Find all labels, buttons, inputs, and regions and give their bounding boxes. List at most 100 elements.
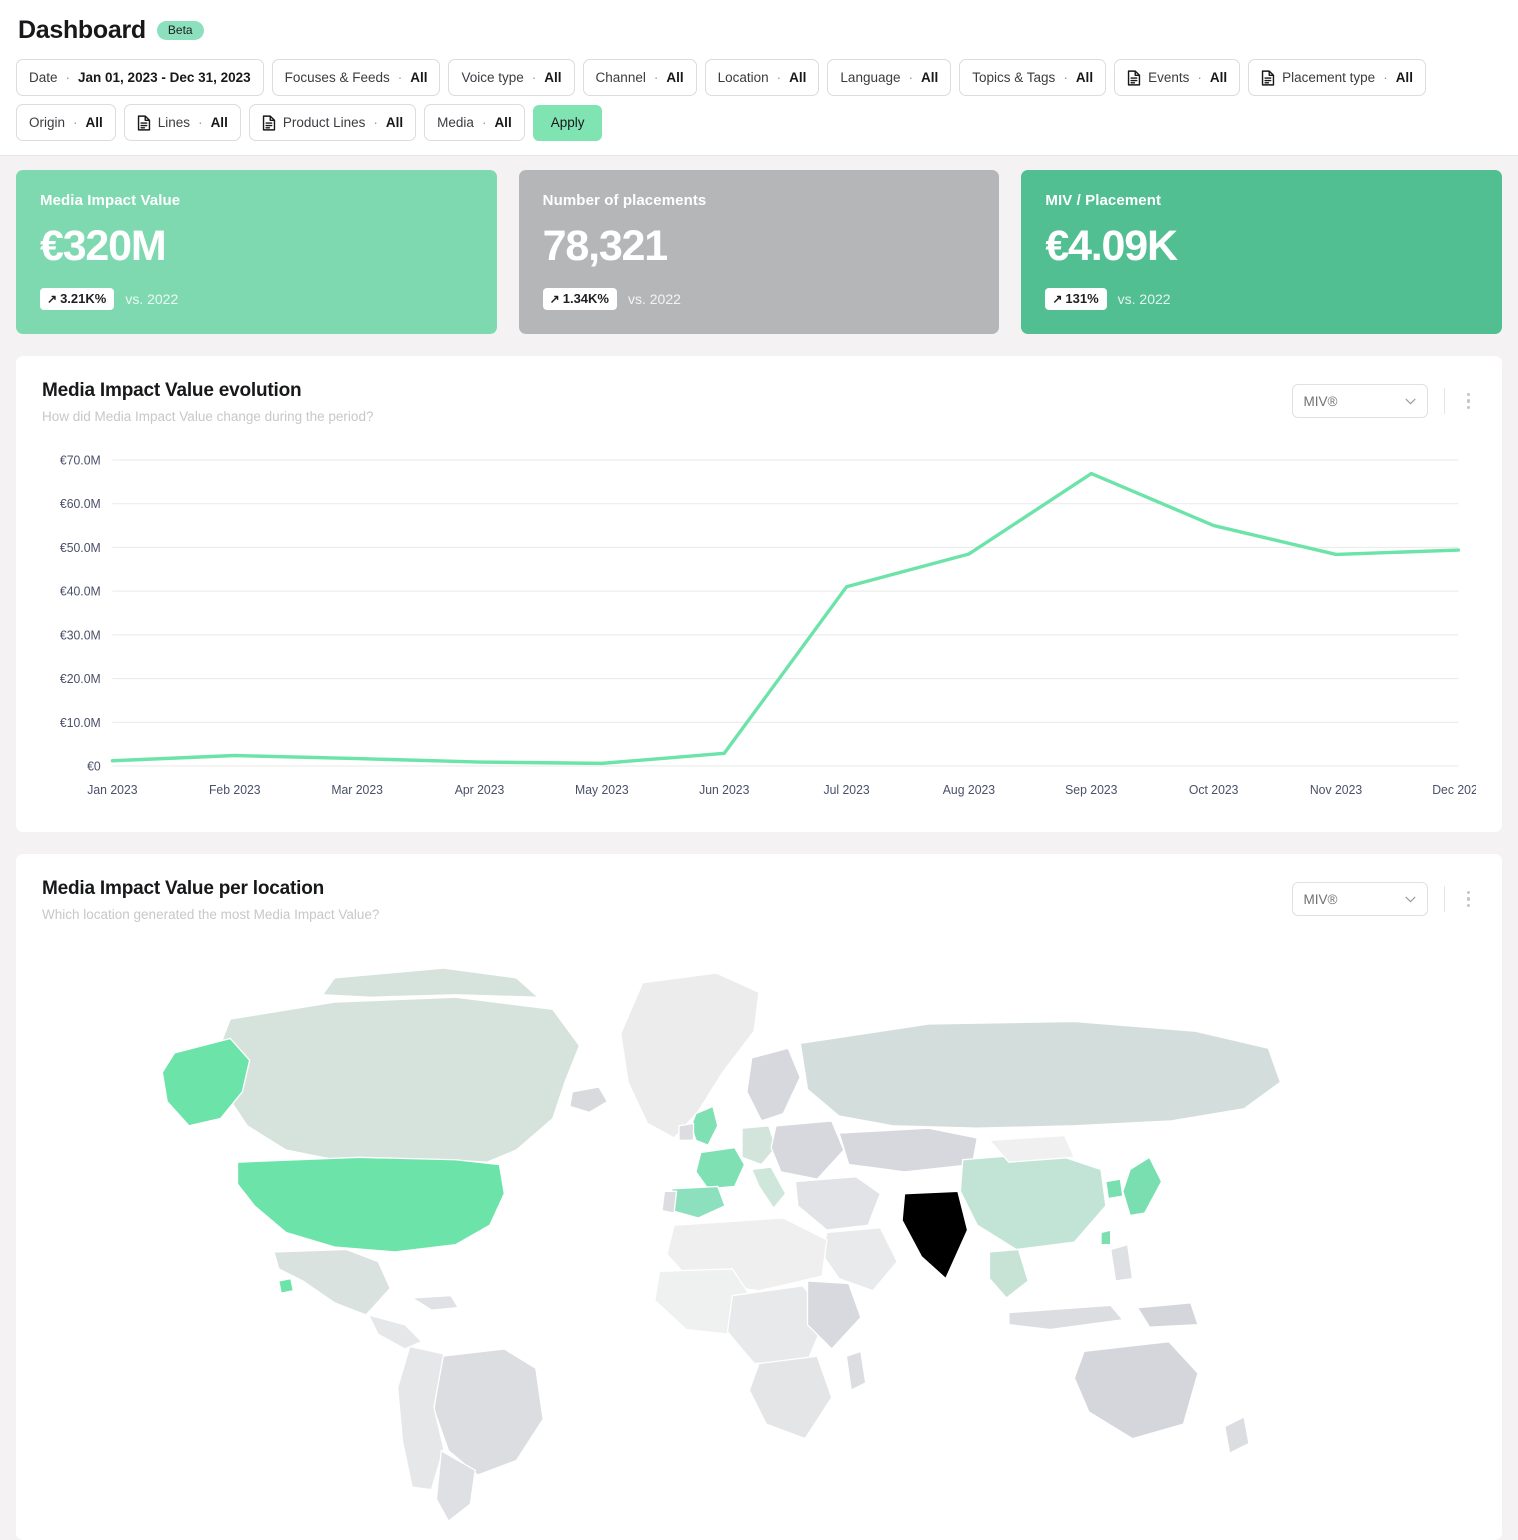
filter-separator: · (397, 70, 403, 85)
panel-subtitle: Which location generated the most Media … (42, 907, 380, 922)
filter-label: Location (717, 70, 769, 85)
y-axis-tick-label: €70.0M (60, 453, 101, 467)
x-axis-tick-label: Feb 2023 (209, 783, 261, 797)
title-row: Dashboard Beta (16, 12, 1502, 59)
y-axis-tick-label: €30.0M (60, 628, 101, 642)
panel-header: Media Impact Value evolution How did Med… (42, 380, 1476, 424)
filter-value: All (789, 70, 807, 85)
line-series (110, 471, 1461, 766)
map-region[interactable]: Taiwan (1100, 1229, 1112, 1246)
kpi-footer: ↗ 131% vs. 2022 (1045, 288, 1478, 310)
filter-value: All (1395, 70, 1413, 85)
kpi-label: Number of placements (542, 192, 707, 209)
document-icon (137, 114, 150, 131)
filter-value: All (85, 115, 103, 130)
filter-value: All (921, 70, 939, 85)
x-axis-tick-label: Aug 2023 (943, 783, 995, 797)
filter-label: Lines (157, 115, 191, 130)
filter-value: All (410, 70, 428, 85)
kpi-comparison: vs. 2022 (627, 291, 681, 307)
x-axis-tick-label: Jan 2023 (87, 783, 137, 797)
kpi-footer: ↗ 3.21K% vs. 2022 (40, 288, 473, 310)
filter-separator: · (1063, 70, 1068, 85)
x-axis-tick-label: Jun 2023 (699, 783, 749, 797)
filter-label: Voice type (461, 70, 524, 85)
filter-chip-location[interactable]: Location · All (704, 59, 820, 96)
panel-header: Media Impact Value per location Which lo… (42, 878, 1476, 922)
kebab-menu-icon[interactable] (1461, 391, 1477, 412)
top-bar: Dashboard Beta Date · Jan 01, 2023 - Dec 3… (0, 0, 1518, 156)
panel-heading-text: Media Impact Value per location Which lo… (42, 878, 379, 922)
filter-chip-focuses-feeds[interactable]: Focuses & Feeds · All (271, 59, 441, 96)
filter-label: Language (840, 70, 901, 85)
y-axis-tick-label: €50.0M (60, 541, 101, 555)
filter-value: All (210, 115, 228, 130)
miv-evolution-panel: Media Impact Value evolution How did Med… (16, 356, 1502, 832)
chevron-down-icon (1405, 896, 1415, 903)
filter-chip-language[interactable]: Language · All (827, 59, 952, 96)
map-region[interactable]: C-Asia (838, 1127, 979, 1173)
kebab-menu-icon[interactable] (1461, 889, 1477, 910)
filter-chip-voice-type[interactable]: Voice type · All (448, 59, 575, 96)
filter-chip-origin[interactable]: Origin · All (16, 104, 116, 141)
filter-label: Channel (595, 70, 646, 85)
filter-separator: · (653, 70, 659, 85)
kpi-card: Number of placements 78,321 ↗ 1.34K% vs. 202… (518, 170, 1000, 334)
kpi-delta-badge: ↗ 3.21K% (40, 288, 115, 310)
filter-label: Focuses & Feeds (284, 70, 390, 85)
filter-separator: · (73, 115, 78, 130)
x-axis-tick-label: Nov 2023 (1310, 783, 1362, 797)
map-region[interactable]: South Korea (1105, 1178, 1124, 1200)
x-axis-tick-label: Mar 2023 (331, 783, 383, 797)
kpi-footer: ↗ 1.34K% vs. 2022 (542, 288, 976, 310)
map-region[interactable]: Hawaii (277, 1277, 295, 1294)
filter-separator: · (373, 115, 378, 130)
kpi-card: Media Impact Value €320M ↗ 3.21K% vs. 2022 (16, 170, 497, 334)
metric-select-value: MIV® (1303, 393, 1338, 409)
filter-chip-media[interactable]: Media · All (424, 104, 525, 141)
filter-chip-date[interactable]: Date · Jan 01, 2023 - Dec 31, 2023 (16, 59, 264, 96)
map-region[interactable]: Papua (1136, 1302, 1199, 1328)
kpi-value: €4.09K (1045, 222, 1178, 270)
filter-chip-placement-type[interactable]: Placement type · All (1248, 59, 1426, 96)
filter-value: Jan 01, 2023 - Dec 31, 2023 (78, 70, 251, 85)
metric-select-evolution[interactable]: MIV® (1291, 384, 1428, 418)
filter-separator: · (65, 70, 71, 85)
filter-chip-events[interactable]: Events · All (1114, 59, 1241, 96)
kpi-delta-badge: ↗ 1.34K% (542, 288, 617, 310)
kpi-cards: Media Impact Value €320M ↗ 3.21K% vs. 2022 Nu… (0, 156, 1518, 334)
filter-separator: · (481, 115, 487, 130)
miv-per-location-panel: Media Impact Value per location Which lo… (16, 854, 1502, 1540)
x-axis-tick-label: Dec 2023 (1432, 783, 1476, 797)
x-axis-tick-label: Oct 2023 (1189, 783, 1239, 797)
filter-separator: · (908, 70, 914, 85)
map-region[interactable]: Ireland (678, 1122, 695, 1142)
filter-label: Media (437, 115, 474, 130)
document-icon (262, 114, 275, 131)
filter-chip-product-lines[interactable]: Product Lines · All (248, 104, 417, 141)
x-axis-tick-label: Sep 2023 (1065, 783, 1117, 797)
trend-up-icon: ↗ (549, 291, 560, 306)
filter-label: Product Lines (282, 115, 366, 130)
filter-value: All (666, 70, 684, 85)
filter-chip-topics-tags[interactable]: Topics & Tags · All (959, 59, 1107, 96)
x-axis-tick-label: Jul 2023 (823, 783, 869, 797)
map-region[interactable]: Russia (799, 1020, 1282, 1129)
world-choropleth-svg: GreenlandIcelandCanadaCanada-arcticAlask… (152, 956, 1366, 1526)
kpi-card: MIV / Placement €4.09K ↗ 131% vs. 2022 (1021, 170, 1503, 334)
y-axis-tick-label: €0 (87, 759, 101, 773)
document-icon (1261, 69, 1275, 86)
filter-label: Origin (29, 115, 66, 130)
panel-title: Media Impact Value evolution (42, 380, 302, 401)
metric-select-location[interactable]: MIV® (1291, 882, 1428, 916)
filter-label: Topics & Tags (972, 70, 1056, 85)
map-region[interactable]: Portugal (661, 1190, 678, 1214)
x-axis-tick-label: Apr 2023 (455, 783, 505, 797)
kpi-label: MIV / Placement (1045, 192, 1162, 209)
filter-chip-lines[interactable]: Lines · All (123, 104, 241, 141)
apply-button[interactable]: Apply (532, 104, 603, 141)
filter-chip-channel[interactable]: Channel · All (582, 59, 697, 96)
kpi-value: €320M (40, 222, 167, 270)
filter-separator: · (1383, 70, 1388, 85)
map-region[interactable]: Canada (217, 996, 581, 1166)
